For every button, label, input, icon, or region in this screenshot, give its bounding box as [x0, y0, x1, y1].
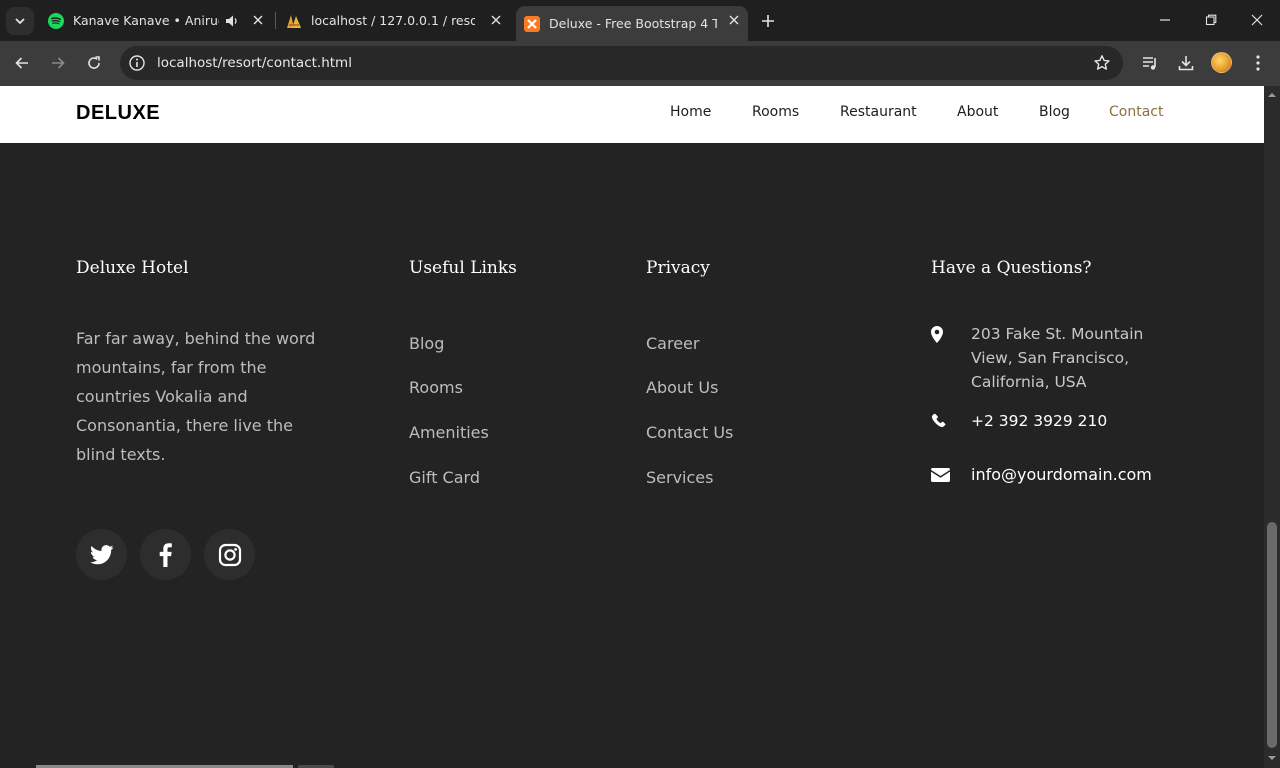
reload-icon — [88, 56, 100, 69]
close-icon — [1251, 14, 1263, 26]
new-tab-button[interactable] — [756, 9, 780, 33]
nav-link-home[interactable]: Home — [670, 104, 711, 120]
footer-link-blog[interactable]: Blog — [409, 334, 444, 353]
playlist-music-icon — [1143, 57, 1156, 70]
tab-close-button[interactable] — [488, 12, 504, 28]
phpmyadmin-icon — [287, 14, 301, 28]
envelope-icon — [930, 467, 950, 483]
browser-tab-bar: Kanave Kanave • Anirudh Ra localhost / 1… — [0, 0, 1280, 41]
nav-link-contact[interactable]: Contact — [1109, 104, 1163, 120]
chevron-down-icon — [15, 18, 25, 25]
nav-link-rooms[interactable]: Rooms — [752, 104, 799, 120]
footer-link-services[interactable]: Services — [646, 468, 713, 487]
footer-heading-about: Deluxe Hotel — [76, 258, 189, 278]
tab-close-button[interactable] — [726, 12, 742, 28]
tab-spotify[interactable]: Kanave Kanave • Anirudh Ra — [40, 6, 272, 35]
restore-button[interactable] — [1198, 8, 1224, 32]
speaker-icon — [226, 15, 237, 26]
footer-link-rooms[interactable]: Rooms — [409, 378, 463, 397]
profile-avatar[interactable] — [1211, 52, 1232, 73]
social-twitter-button[interactable] — [76, 529, 127, 580]
tab-title: localhost / 127.0.0.1 / resort / u — [311, 13, 475, 28]
tab-separator — [275, 12, 276, 29]
footer-heading-privacy: Privacy — [646, 258, 710, 278]
page-viewport: DELUXE Home Rooms Restaurant About Blog … — [0, 86, 1264, 768]
minimize-icon — [1160, 19, 1170, 21]
page-vertical-scrollbar[interactable] — [1264, 86, 1280, 768]
restore-icon — [1205, 14, 1217, 26]
nav-link-blog[interactable]: Blog — [1039, 104, 1070, 120]
media-controls-button[interactable] — [1139, 52, 1161, 74]
site-navbar: DELUXE Home Rooms Restaurant About Blog … — [0, 86, 1264, 143]
tab-phpmyadmin[interactable]: localhost / 127.0.0.1 / resort / u — [278, 6, 510, 35]
reload-button[interactable] — [81, 51, 107, 75]
contact-address: 203 Fake St. Mountain View, San Francisc… — [971, 325, 1144, 391]
nav-link-about[interactable]: About — [957, 104, 998, 120]
browser-menu-button[interactable] — [1247, 52, 1269, 74]
scroll-up-arrow-icon[interactable] — [1268, 91, 1276, 99]
bookmark-star-icon[interactable] — [1093, 54, 1111, 72]
map-marker-icon — [929, 325, 945, 343]
phone-icon — [930, 412, 946, 428]
footer-link-gift-card[interactable]: Gift Card — [409, 468, 480, 487]
address-bar[interactable]: localhost/resort/contact.html — [120, 46, 1123, 80]
close-window-button[interactable] — [1244, 8, 1270, 32]
footer-link-contact-us[interactable]: Contact Us — [646, 423, 733, 442]
download-icon — [1178, 56, 1194, 71]
spotify-icon — [48, 12, 64, 29]
tab-close-button[interactable] — [250, 12, 266, 28]
scrollbar-thumb[interactable] — [1267, 522, 1277, 748]
instagram-icon — [218, 543, 241, 566]
browser-toolbar: localhost/resort/contact.html — [0, 41, 1280, 86]
tab-title: Deluxe - Free Bootstrap 4 Temp — [549, 16, 717, 31]
footer-heading-contact: Have a Questions? — [931, 258, 1092, 278]
back-button[interactable] — [9, 51, 35, 75]
twitter-icon — [89, 544, 113, 564]
tab-deluxe[interactable]: Deluxe - Free Bootstrap 4 Temp — [516, 6, 748, 41]
plus-icon — [762, 15, 774, 27]
url-text[interactable]: localhost/resort/contact.html — [157, 55, 352, 71]
xampp-icon — [524, 15, 540, 32]
footer-link-amenities[interactable]: Amenities — [409, 423, 489, 442]
contact-email-link[interactable]: info@yourdomain.com — [971, 463, 1152, 487]
minimize-button[interactable] — [1152, 8, 1178, 32]
facebook-icon — [159, 542, 172, 567]
forward-button[interactable] — [45, 51, 71, 75]
footer-about-text: Far far away, behind the word mountains,… — [76, 329, 316, 464]
close-icon — [253, 15, 263, 25]
arrow-right-icon — [52, 57, 65, 69]
more-vertical-icon — [1256, 55, 1260, 71]
close-icon — [729, 15, 739, 25]
tab-search-button[interactable] — [6, 7, 34, 35]
nav-link-restaurant[interactable]: Restaurant — [840, 104, 917, 120]
close-icon — [491, 15, 501, 25]
site-info-icon[interactable] — [128, 54, 146, 72]
tab-title: Kanave Kanave • Anirudh Ra — [73, 13, 219, 28]
footer-link-career[interactable]: Career — [646, 334, 699, 353]
site-brand-logo[interactable]: DELUXE — [76, 102, 160, 125]
social-instagram-button[interactable] — [204, 529, 255, 580]
footer-heading-useful-links: Useful Links — [409, 258, 517, 278]
arrow-left-icon — [15, 57, 28, 69]
downloads-button[interactable] — [1175, 52, 1197, 74]
scroll-down-arrow-icon[interactable] — [1268, 754, 1276, 762]
contact-phone-link[interactable]: +2 392 3929 210 — [971, 409, 1107, 433]
social-facebook-button[interactable] — [140, 529, 191, 580]
footer-link-about-us[interactable]: About Us — [646, 378, 718, 397]
